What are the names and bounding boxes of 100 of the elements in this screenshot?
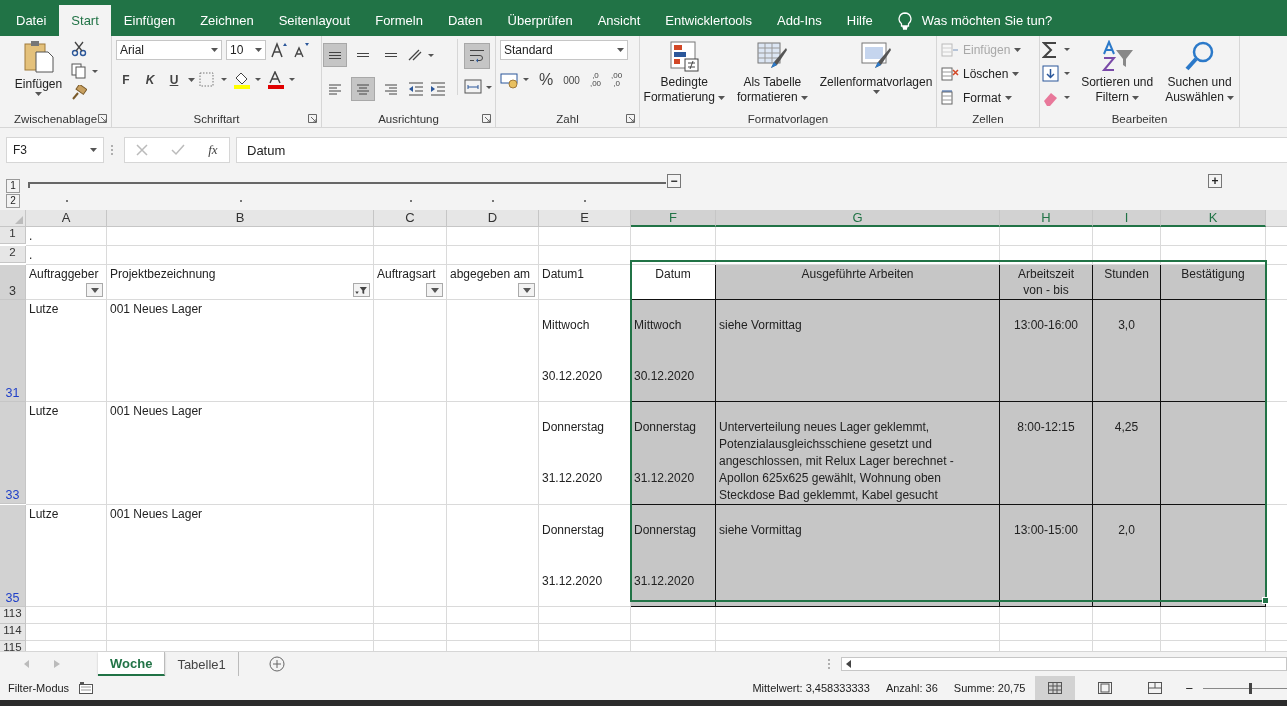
find-select-button[interactable]: Suchen und Auswählen bbox=[1162, 39, 1237, 106]
ribbon-tab[interactable]: Start bbox=[59, 5, 111, 36]
check-icon[interactable] bbox=[171, 144, 186, 156]
column-header[interactable]: F bbox=[631, 210, 716, 227]
ribbon-tab[interactable]: Entwicklertools bbox=[653, 5, 764, 36]
formula-input[interactable]: Datum bbox=[236, 137, 1287, 163]
text-orientation-icon[interactable] bbox=[407, 47, 435, 63]
cell-text: 3,0 bbox=[1118, 317, 1135, 334]
column-header[interactable]: K bbox=[1161, 210, 1266, 227]
column-header[interactable]: B bbox=[107, 210, 374, 227]
dialog-launcher-icon[interactable] bbox=[98, 114, 107, 123]
paste-button[interactable]: Einfügen bbox=[11, 39, 66, 100]
column-header[interactable]: E bbox=[539, 210, 631, 227]
ribbon-tab[interactable]: Seitenlayout bbox=[266, 5, 363, 36]
caret-icon bbox=[211, 48, 218, 52]
ribbon-tab[interactable]: Add-Ins bbox=[765, 5, 834, 36]
ribbon-tab[interactable]: Einfügen bbox=[111, 5, 188, 36]
cell-text: Unterverteilung neues Lager geklemmt, Potenzialausgleichsschiene gesetzt und angeschlossen, mit Relux Lager berechnet - Apollon 625x625 gewählt, Wohnung oben Steckdose Bad geklemmt, Kabel gesucht bbox=[719, 419, 955, 504]
row-header[interactable]: 114 bbox=[0, 624, 26, 641]
grip-icon bbox=[110, 143, 114, 157]
sheet-tab[interactable]: Woche bbox=[98, 652, 166, 676]
cells-command-button[interactable]: Format bbox=[941, 88, 1012, 108]
row-header[interactable]: 1 bbox=[0, 227, 26, 244]
dialog-launcher-icon[interactable] bbox=[308, 114, 317, 123]
ribbon-tab[interactable]: Hilfe bbox=[834, 5, 885, 36]
group-label: Zellen bbox=[972, 112, 1004, 125]
percent-style-button[interactable]: % bbox=[536, 70, 557, 90]
accounting-format-icon[interactable] bbox=[500, 71, 532, 89]
underline-button[interactable]: U bbox=[164, 70, 184, 90]
active-filter-button[interactable] bbox=[353, 283, 370, 297]
format-painter-icon[interactable] bbox=[71, 85, 88, 101]
ribbon-tab[interactable]: Überprüfen bbox=[495, 5, 585, 36]
scissors-icon[interactable] bbox=[71, 41, 88, 57]
merge-cells-icon[interactable] bbox=[464, 79, 494, 95]
dialog-launcher-icon[interactable] bbox=[626, 114, 635, 123]
zoom-out-button[interactable]: − bbox=[1185, 680, 1193, 696]
filter-dropdown-button[interactable] bbox=[86, 283, 103, 297]
macro-record-icon[interactable] bbox=[79, 682, 94, 694]
cell-text: . bbox=[29, 228, 33, 245]
column-header[interactable]: A bbox=[26, 210, 107, 227]
fill-down-icon[interactable] bbox=[1042, 65, 1073, 83]
sort-filter-button[interactable]: Sortieren und Filtern bbox=[1078, 39, 1157, 106]
vertical-align-button[interactable] bbox=[323, 43, 347, 67]
tell-me-search[interactable]: Was möchten Sie tun? bbox=[885, 5, 1065, 36]
row-header[interactable]: 33 bbox=[0, 402, 26, 504]
collapse-group-button[interactable]: − bbox=[667, 174, 681, 188]
corner-triangle-icon bbox=[15, 216, 23, 224]
cell-text: 4,25 bbox=[1114, 419, 1139, 436]
row-header[interactable]: 3 bbox=[0, 265, 26, 300]
filter-dropdown-button[interactable] bbox=[518, 283, 535, 297]
filter-dropdown-button[interactable] bbox=[426, 283, 443, 297]
row-header[interactable]: 31 bbox=[0, 300, 26, 402]
increase-indent-icon[interactable] bbox=[429, 81, 447, 97]
scroll-left-icon[interactable] bbox=[846, 660, 852, 668]
column-title: Stunden bbox=[1104, 266, 1149, 282]
sum-icon[interactable] bbox=[1042, 41, 1073, 59]
zoom-slider-thumb[interactable] bbox=[1249, 682, 1253, 694]
row-header[interactable]: 2 bbox=[0, 246, 26, 263]
ribbon-tab[interactable]: Ansicht bbox=[585, 5, 653, 36]
wrap-text-button[interactable] bbox=[464, 43, 490, 69]
copy-icon[interactable] bbox=[71, 63, 100, 79]
column-header[interactable]: D bbox=[447, 210, 539, 227]
decrease-decimal-button[interactable]: ,00 ,0 bbox=[608, 72, 626, 88]
name-box[interactable]: F3 bbox=[6, 137, 104, 163]
row-header[interactable]: 35 bbox=[0, 505, 26, 607]
font-size-dropdown[interactable]: 10 bbox=[226, 40, 266, 60]
column-header[interactable]: H bbox=[1000, 210, 1093, 227]
increase-decimal-button[interactable]: ,0 ,00 bbox=[586, 72, 605, 88]
fill-color-icon[interactable] bbox=[233, 71, 263, 89]
bold-button[interactable]: F bbox=[116, 70, 136, 90]
column-header[interactable]: C bbox=[374, 210, 447, 227]
conditional-formatting-button[interactable]: Bedingte Formatierung bbox=[640, 39, 728, 106]
add-sheet-icon[interactable] bbox=[268, 656, 285, 672]
thousands-separator-button[interactable]: 000 bbox=[560, 70, 583, 90]
shrink-font-icon[interactable] bbox=[292, 41, 310, 59]
button-label: Löschen bbox=[963, 67, 1009, 81]
normal-view-button[interactable] bbox=[1035, 676, 1076, 700]
ribbon-tab[interactable]: Daten bbox=[435, 5, 495, 36]
fill-handle[interactable] bbox=[1262, 597, 1269, 604]
insert-function-button[interactable]: fx bbox=[208, 142, 218, 158]
number-format-dropdown[interactable]: Standard bbox=[500, 40, 628, 60]
italic-button[interactable]: K bbox=[140, 70, 160, 90]
ribbon-tab[interactable]: Zeichnen bbox=[188, 5, 266, 36]
dialog-launcher-icon[interactable] bbox=[482, 114, 491, 123]
expand-group-button[interactable]: + bbox=[1208, 174, 1222, 188]
cells-command-button[interactable]: Löschen bbox=[941, 64, 1020, 84]
outline-level-button[interactable]: 1 bbox=[6, 179, 20, 193]
decrease-indent-icon[interactable] bbox=[407, 81, 425, 97]
cell-styles-button[interactable]: Zellenformatvorlagen bbox=[816, 39, 936, 98]
grow-font-icon[interactable] bbox=[270, 41, 288, 59]
outline-level-button[interactable]: 2 bbox=[6, 194, 20, 208]
font-color-icon[interactable] bbox=[267, 71, 297, 89]
format-as-table-button[interactable]: Als Tabelle formatieren bbox=[733, 39, 811, 106]
column-header[interactable]: G bbox=[716, 210, 1000, 227]
font-family-dropdown[interactable]: Arial bbox=[116, 40, 222, 60]
row-header[interactable]: 113 bbox=[0, 607, 26, 624]
ribbon-tab[interactable]: Formeln bbox=[363, 5, 435, 36]
horizontal-scrollbar[interactable] bbox=[841, 657, 1287, 671]
ribbon-tab[interactable]: Datei bbox=[4, 5, 59, 36]
column-header[interactable]: I bbox=[1093, 210, 1161, 227]
